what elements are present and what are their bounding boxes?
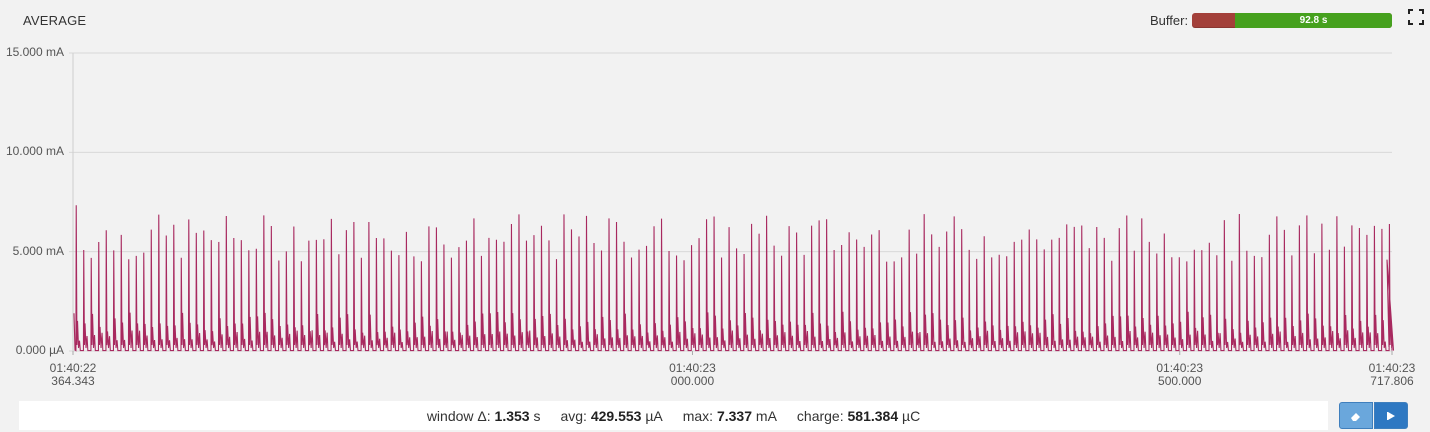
x-tick-label: 01:40:23 500.000 bbox=[1156, 361, 1204, 388]
current-series-line bbox=[73, 205, 1395, 352]
y-tick-label: 15.000 mA bbox=[5, 45, 64, 59]
y-tick-label: 10.000 mA bbox=[5, 144, 64, 159]
x-tick-label: 01:40:22 364.343 bbox=[49, 361, 97, 388]
stat-window: window Δ: 1.353 s bbox=[426, 407, 541, 424]
stat-avg: avg: 429.553 µA bbox=[560, 407, 663, 424]
stats-bar: window Δ: 1.353 s avg: 429.553 µA max: 7… bbox=[19, 401, 1328, 430]
eraser-icon bbox=[1351, 412, 1360, 421]
x-tick-label: 01:40:23 000.000 bbox=[669, 361, 716, 388]
y-tick-label: 5.000 mA bbox=[12, 243, 64, 258]
clear-selection-button[interactable] bbox=[1339, 402, 1373, 429]
x-tick-label: 01:40:23 717.806 bbox=[1368, 361, 1416, 388]
current-chart[interactable] bbox=[0, 0, 1430, 400]
live-mode-button[interactable] bbox=[1374, 402, 1408, 429]
play-icon bbox=[1387, 411, 1395, 420]
y-tick-label: 0.000 µA bbox=[15, 343, 64, 357]
stat-charge: charge: 581.384 µC bbox=[796, 407, 921, 424]
stat-max: max: 7.337 mA bbox=[682, 407, 777, 424]
